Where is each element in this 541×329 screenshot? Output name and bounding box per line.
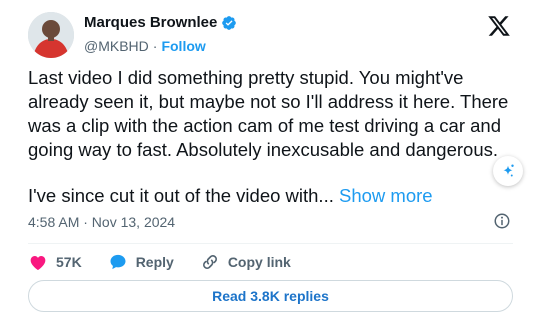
link-icon: [202, 255, 217, 269]
grok-sparkle-button[interactable]: [493, 156, 523, 186]
show-more-link[interactable]: Show more: [339, 185, 433, 206]
avatar[interactable]: [28, 12, 74, 58]
divider: [28, 243, 513, 244]
reply-button[interactable]: Reply: [108, 252, 174, 272]
tweet-paragraph-2-text: I've since cut it out of the video with.…: [28, 185, 334, 206]
author-name[interactable]: Marques Brownlee: [84, 14, 217, 31]
reply-bubble-icon: [110, 254, 126, 270]
sparkle-icon: [503, 164, 514, 177]
tweet-paragraph-1: Last video I did something pretty stupid…: [28, 67, 509, 160]
separator: ·: [152, 38, 158, 54]
author-handle-row: @MKBHD · Follow: [84, 38, 206, 54]
tweet-text: Last video I did something pretty stupid…: [28, 66, 512, 208]
author-handle[interactable]: @MKBHD: [84, 38, 149, 54]
heart-icon: [30, 256, 46, 270]
tweet-card: Marques Brownlee @MKBHD · Follow Last vi…: [0, 0, 541, 329]
reply-label: Reply: [135, 254, 174, 270]
tweet-paragraph-2: I've since cut it out of the video with.…: [28, 184, 512, 208]
verified-badge-icon: [221, 15, 237, 31]
author-name-row[interactable]: Marques Brownlee: [84, 14, 237, 31]
follow-button[interactable]: Follow: [161, 38, 205, 54]
info-icon[interactable]: [493, 212, 511, 230]
copy-link-button[interactable]: Copy link: [200, 252, 291, 272]
read-replies-button[interactable]: Read 3.8K replies: [28, 280, 513, 312]
action-bar: 57K Reply Copy link: [28, 252, 317, 272]
x-logo-icon[interactable]: [487, 14, 511, 38]
like-count: 57K: [56, 254, 82, 270]
like-button[interactable]: 57K: [28, 252, 82, 272]
copy-link-label: Copy link: [227, 254, 291, 270]
tweet-timestamp[interactable]: 4:58 AM · Nov 13, 2024: [28, 214, 175, 230]
